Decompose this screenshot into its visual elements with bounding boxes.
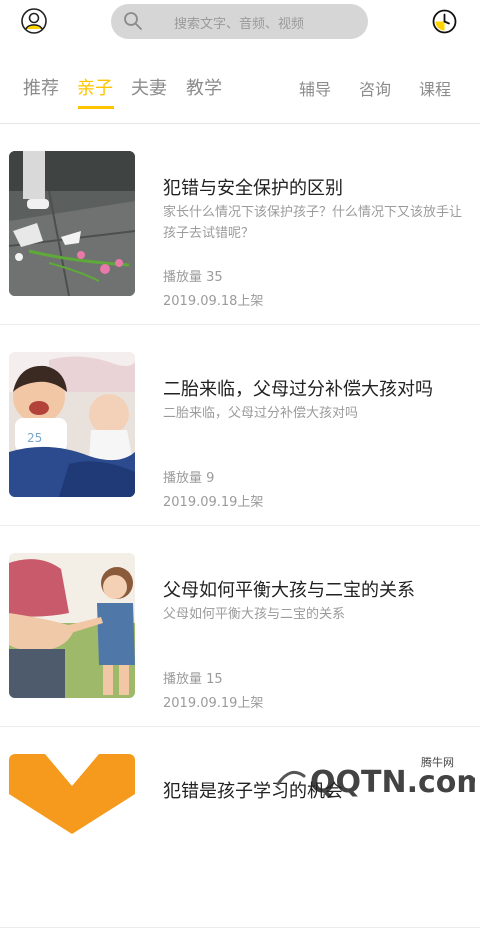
- search-placeholder: 搜索文字、音频、视频: [174, 17, 305, 32]
- list-item[interactable]: 25 二胎来临，父母过分补偿大孩对吗 二胎来临，父母过分补偿大孩对吗 播放量 9…: [0, 325, 480, 526]
- search-icon: [123, 11, 143, 31]
- item-play-count: 播放量 9: [163, 471, 215, 486]
- item-release-date: 2019.09.19上架: [163, 696, 264, 711]
- item-thumbnail-image: [9, 754, 135, 899]
- item-title: 犯错与安全保护的区别: [163, 178, 343, 199]
- active-tab-indicator: [78, 106, 114, 109]
- item-thumbnail-image: [9, 151, 135, 296]
- item-play-count: 播放量 15: [163, 672, 223, 687]
- item-description: 父母如何平衡大孩与二宝的关系: [163, 607, 346, 622]
- item-description: 二胎来临，父母过分补偿大孩对吗: [163, 406, 359, 421]
- item-play-count: 播放量 35: [163, 270, 223, 285]
- watermark-label: 腾牛网: [421, 756, 454, 769]
- item-title: 父母如何平衡大孩与二宝的关系: [163, 580, 415, 601]
- user-avatar-icon[interactable]: [21, 8, 47, 34]
- watermark-text: QQTN.com: [310, 765, 475, 800]
- list-item[interactable]: 犯错与安全保护的区别 家长什么情况下该保护孩子？什么情况下又该放手让孩子去试错呢…: [0, 124, 480, 325]
- tab-couple[interactable]: 夫妻: [131, 74, 167, 100]
- item-description: 家长什么情况下该保护孩子？什么情况下又该放手让孩子去试错呢？: [163, 205, 463, 241]
- category-tabs: 推荐 亲子 夫妻 教学 辅导 咨询 课程: [0, 60, 480, 122]
- tab-parenting[interactable]: 亲子: [77, 74, 113, 100]
- tab-consulting[interactable]: 咨询: [359, 76, 391, 100]
- content-list: 犯错与安全保护的区别 家长什么情况下该保护孩子？什么情况下又该放手让孩子去试错呢…: [0, 124, 480, 928]
- tab-tutoring[interactable]: 辅导: [299, 76, 331, 100]
- item-title: 二胎来临，父母过分补偿大孩对吗: [163, 379, 433, 400]
- search-bar[interactable]: 搜索文字、音频、视频: [111, 4, 368, 39]
- item-release-date: 2019.09.19上架: [163, 495, 264, 510]
- item-thumbnail-image: [9, 553, 135, 698]
- item-thumbnail-image: 25: [9, 352, 135, 497]
- item-release-date: 2019.09.18上架: [163, 294, 264, 309]
- tab-recommend[interactable]: 推荐: [23, 74, 59, 100]
- list-item[interactable]: 父母如何平衡大孩与二宝的关系 父母如何平衡大孩与二宝的关系 播放量 15 201…: [0, 526, 480, 727]
- svg-text:25: 25: [27, 431, 42, 445]
- tab-courses[interactable]: 课程: [419, 76, 451, 100]
- history-clock-icon[interactable]: [432, 9, 457, 34]
- top-bar: 搜索文字、音频、视频: [0, 0, 480, 44]
- tab-teaching[interactable]: 教学: [186, 74, 222, 100]
